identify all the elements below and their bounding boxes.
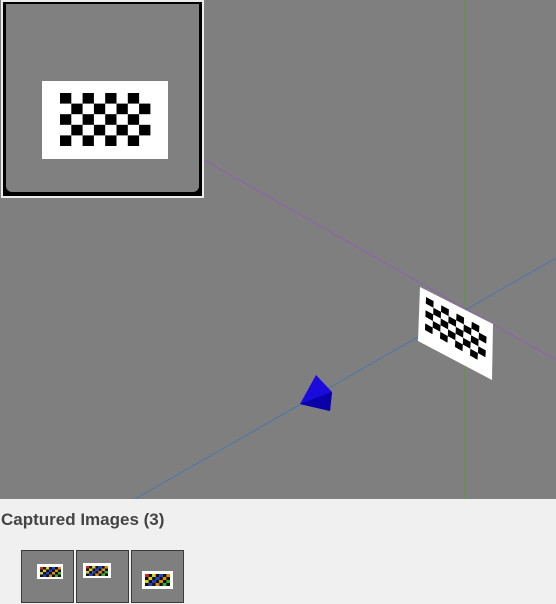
captured-thumbnail[interactable]: [131, 550, 184, 603]
captured-thumbnail[interactable]: [76, 550, 129, 603]
camera-preview: [1, 0, 204, 198]
captured-thumbnail[interactable]: [21, 550, 74, 603]
camera-ray-line: [134, 257, 556, 499]
3d-viewport[interactable]: [0, 0, 556, 499]
thumbnail-strip: [21, 550, 184, 603]
checkerboard-preview: [42, 81, 168, 159]
diagonal-axis-line: [203, 159, 556, 361]
captured-images-title: Captured Images (3): [1, 510, 165, 529]
